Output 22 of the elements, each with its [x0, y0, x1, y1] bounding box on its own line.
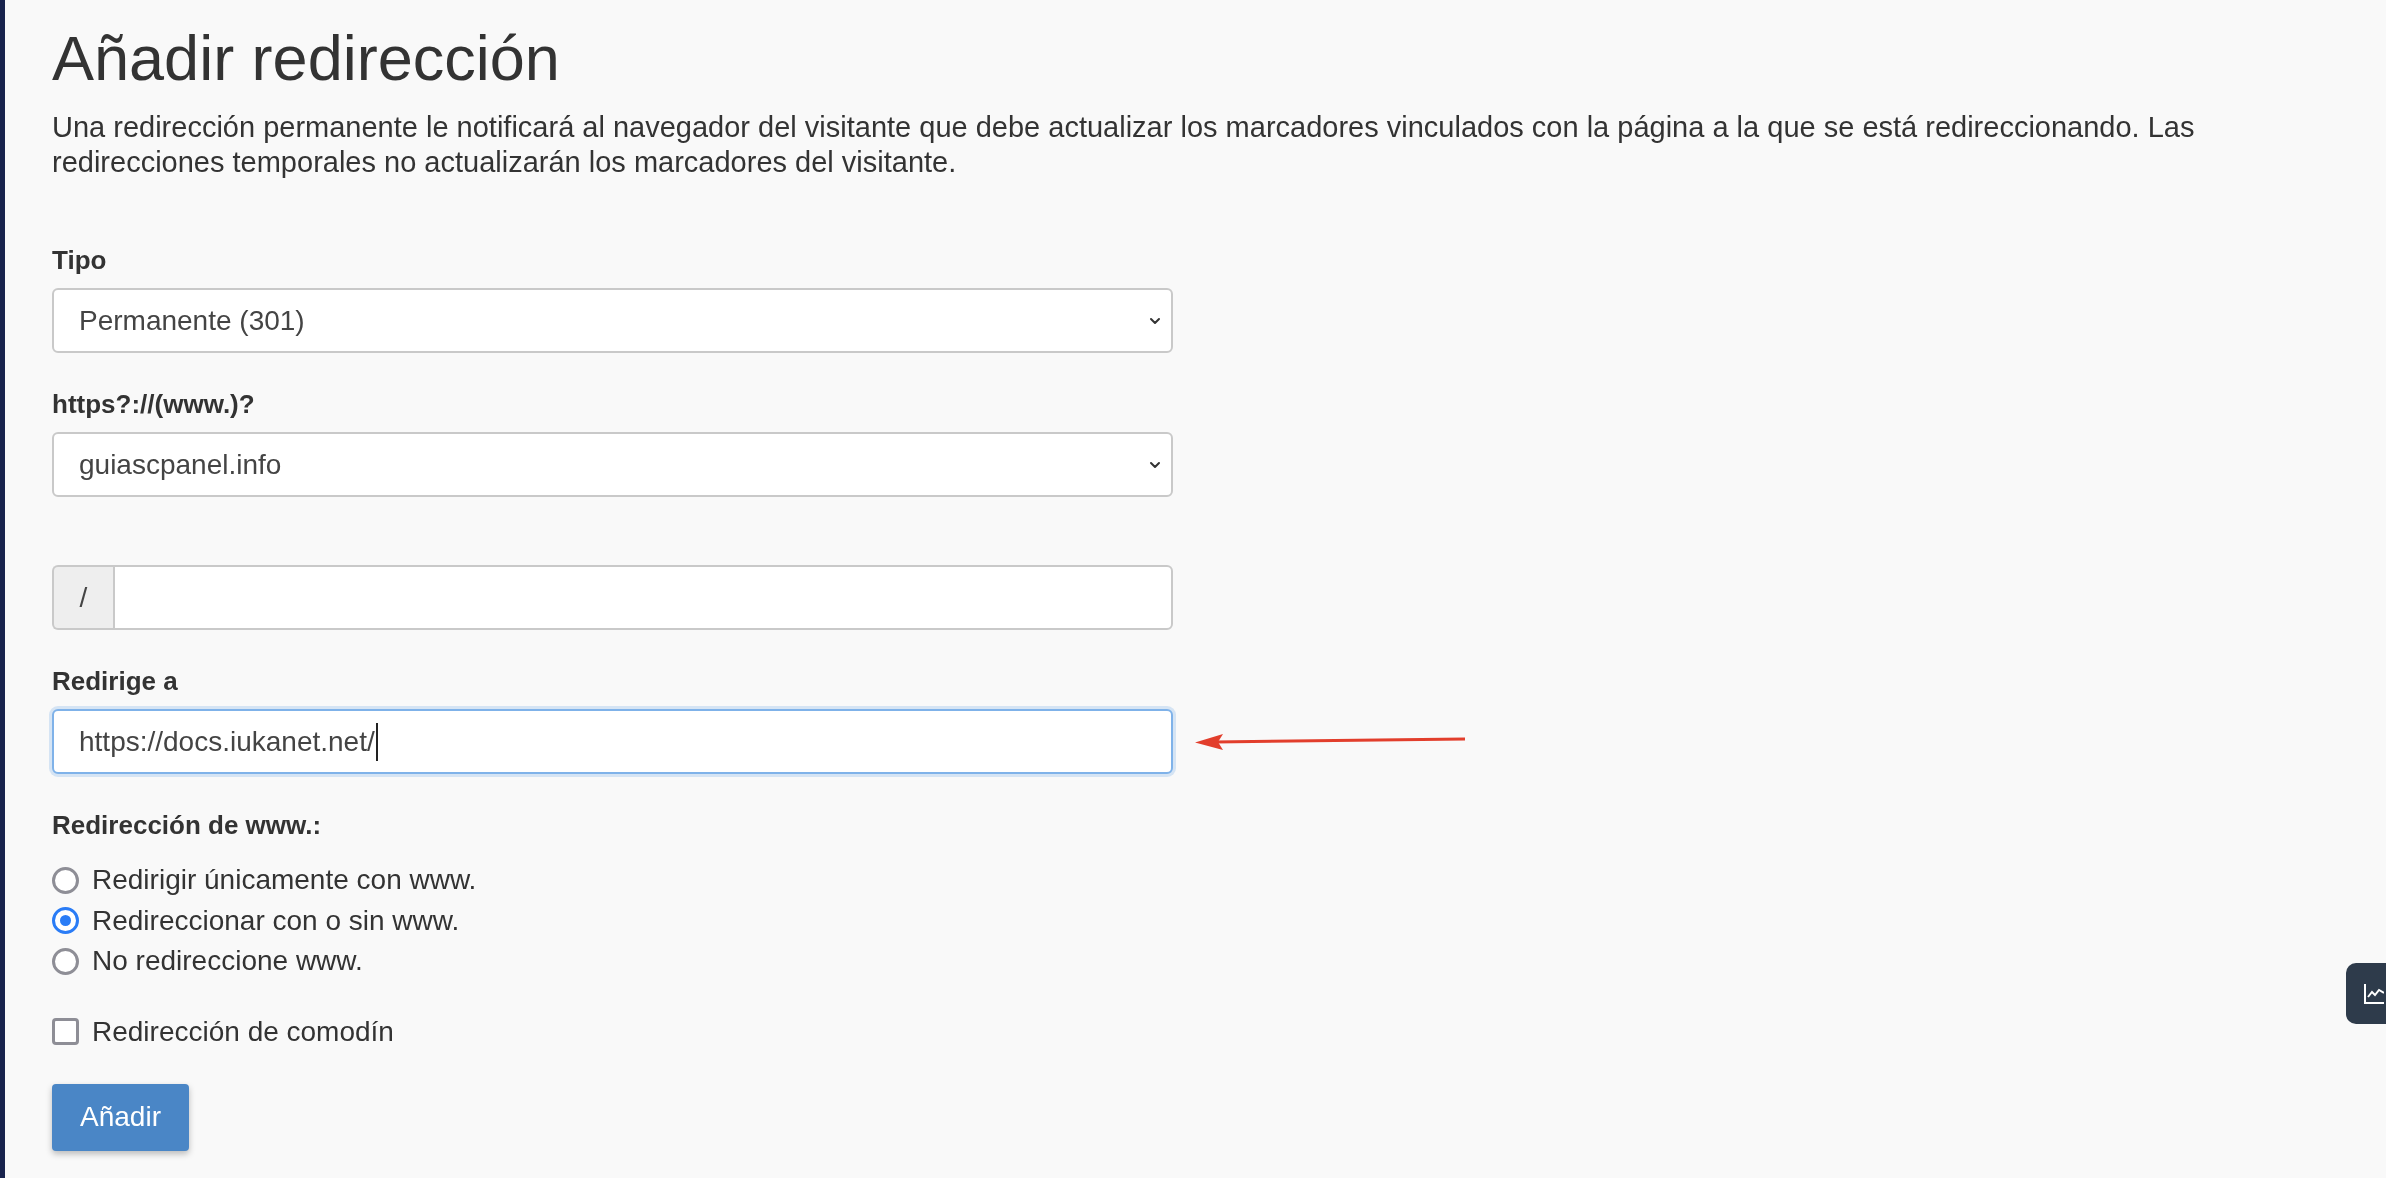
- field-label: Redirige a: [52, 665, 178, 698]
- radio-button[interactable]: [52, 866, 79, 894]
- checkbox-label: Redirección de comodín: [92, 1014, 394, 1049]
- add-button[interactable]: Añadir: [52, 1083, 189, 1151]
- checkbox[interactable]: [52, 1018, 79, 1045]
- line-chart-icon: [2364, 983, 2384, 1004]
- path-prefix-addon: /: [52, 565, 113, 630]
- radio-label: No redireccione www.: [92, 944, 363, 979]
- section-label: Redirección de www.:: [52, 809, 322, 842]
- side-panel-tab[interactable]: [2346, 963, 2386, 1024]
- path-input[interactable]: [113, 565, 1173, 630]
- dropdown-select[interactable]: guiascpanel.info: [52, 432, 1173, 497]
- dropdown-select[interactable]: Permanente (301): [52, 288, 1173, 353]
- field-label: https?://(www.)?: [52, 388, 255, 421]
- radio-button[interactable]: [52, 947, 79, 975]
- page-description: Una redirección permanente le notificará al navegador del visitante que debe actualizar los marcadores vinculados con la página a la que se está redireccionando. Las redirecciones temporales no actualizarán los marcadores del visitante.: [52, 110, 2196, 180]
- radio-label: Redireccionar con o sin www.: [92, 903, 460, 938]
- redirect-url-input[interactable]: https://docs.iukanet.net/: [52, 709, 1173, 774]
- radio-label: Redirigir únicamente con www.: [92, 863, 477, 898]
- field-label: Tipo: [52, 244, 107, 277]
- page-title: Añadir redirección: [52, 22, 560, 95]
- radio-button[interactable]: [52, 907, 79, 935]
